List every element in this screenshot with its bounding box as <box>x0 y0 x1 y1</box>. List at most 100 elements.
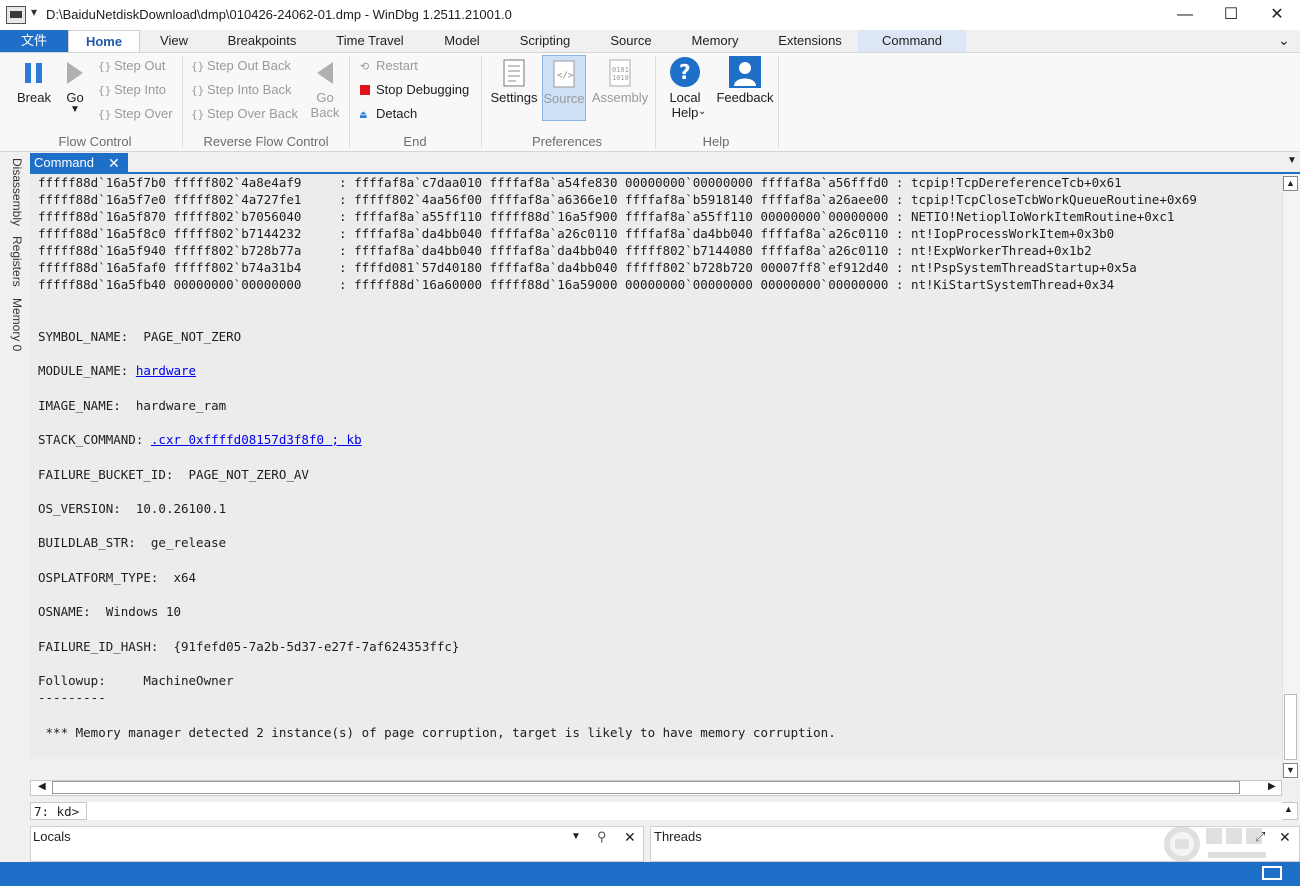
stack-frame-line: fffff88d`16a5faf0 fffff802`b74a31b4 : ff… <box>38 260 1137 275</box>
os-version-value: 10.0.26100.1 <box>135 501 227 516</box>
step-into-back-button[interactable]: {} Step Into Back <box>191 82 292 97</box>
tab-command[interactable]: Command <box>858 30 966 52</box>
window-title: D:\BaiduNetdiskDownload\dmp\010426-24062… <box>46 7 512 22</box>
close-window-button[interactable]: ✕ <box>1254 0 1300 30</box>
preferences-group-label: Preferences <box>531 134 603 149</box>
step-into-button[interactable]: {} Step Into <box>98 82 166 97</box>
step-out-icon: {} <box>98 60 112 73</box>
module-name-link[interactable]: hardware <box>136 363 196 378</box>
ribbon-collapse-chevron-icon[interactable]: ⌄ <box>1278 32 1290 49</box>
stack-command-link[interactable]: .cxr 0xffffd08157d3f8f0 ; kb <box>151 432 362 447</box>
close-icon[interactable]: ✕ <box>108 153 120 173</box>
feedback-button[interactable]: Feedback <box>714 56 776 108</box>
prompt-scroll-up-icon[interactable]: ▲ <box>1284 804 1293 814</box>
horizontal-scroll-thumb[interactable] <box>52 781 1240 794</box>
scroll-left-arrow-icon[interactable]: ◀ <box>38 781 46 792</box>
tab-time-travel[interactable]: Time Travel <box>330 30 410 52</box>
command-window-tab[interactable]: Command ✕ <box>30 153 128 173</box>
assembly-binary-icon: 01011010 <box>609 59 631 87</box>
go-back-button[interactable]: Go Back <box>306 58 344 122</box>
tab-extensions[interactable]: Extensions <box>774 30 846 52</box>
restart-icon: ⟲ <box>360 60 370 73</box>
help-group-label: Help <box>702 134 730 149</box>
svg-text:1010: 1010 <box>612 74 629 82</box>
threads-pane-title: Threads <box>654 829 702 844</box>
symbol-name-key: SYMBOL_NAME: <box>38 329 144 344</box>
tab-source[interactable]: Source <box>604 30 658 52</box>
eject-icon: ⏏ <box>360 108 367 121</box>
svg-text:?: ? <box>679 60 691 84</box>
detach-label: Detach <box>376 106 418 121</box>
command-tab-label: Command <box>34 155 94 170</box>
assembly-button[interactable]: 0101 1010 Assembly <box>590 58 650 110</box>
stop-debugging-button[interactable]: Stop Debugging <box>360 82 469 97</box>
go-button[interactable]: Go ▼ <box>60 58 90 122</box>
locals-dropdown-chevron-icon[interactable]: ▼ <box>571 831 581 842</box>
help-question-icon: ? <box>670 57 700 87</box>
stop-icon <box>360 84 376 97</box>
failure-bucket-row: FAILURE_BUCKET_ID: PAGE_NOT_ZERO_AV <box>38 466 309 483</box>
symbol-name-value: PAGE_NOT_ZERO <box>143 329 242 344</box>
watermark-logo <box>1164 826 1266 862</box>
buildlab-row: BUILDLAB_STR: ge_release <box>38 534 226 551</box>
step-into-label: Step Into <box>114 82 167 97</box>
osplatform-key: OSPLATFORM_TYPE: <box>38 570 174 585</box>
tab-file[interactable]: 文件 <box>0 30 68 52</box>
panel-menu-chevron-icon[interactable]: ▼ <box>1287 155 1297 166</box>
step-out-back-button[interactable]: {} Step Out Back <box>191 58 291 73</box>
stack-frame-line: fffff88d`16a5f870 fffff802`b7056040 : ff… <box>38 209 1175 224</box>
step-over-back-icon: {} <box>191 108 205 121</box>
break-button[interactable]: Break <box>12 58 56 110</box>
restart-button[interactable]: ⟲ Restart <box>360 58 418 73</box>
osname-row: OSNAME: Windows 10 <box>38 603 181 620</box>
tab-memory[interactable]: Memory <box>684 30 746 52</box>
step-out-back-icon: {} <box>191 60 205 73</box>
symbol-name-row: SYMBOL_NAME: PAGE_NOT_ZERO <box>38 328 241 345</box>
side-tab-disassembly[interactable]: Disassembly <box>4 158 24 226</box>
minimize-button[interactable]: — <box>1162 0 1208 30</box>
flow-control-group-label: Flow Control <box>58 134 132 149</box>
image-name-value: hardware_ram <box>135 398 227 413</box>
separator-line: --------- <box>38 690 106 705</box>
scroll-right-arrow-icon[interactable]: ▶ <box>1268 781 1276 792</box>
vertical-scroll-thumb[interactable] <box>1284 694 1297 760</box>
command-input[interactable] <box>86 802 1282 820</box>
go-dropdown-chevron-icon[interactable]: ▼ <box>60 104 90 115</box>
step-into-back-icon: {} <box>191 84 205 97</box>
step-over-icon: {} <box>98 108 112 121</box>
chevron-down-icon[interactable]: ▾ <box>31 5 37 19</box>
pin-icon[interactable]: ⚲ <box>597 829 607 845</box>
local-help-button[interactable]: ? Local Help ⌄ <box>662 56 708 122</box>
step-out-button[interactable]: {} Step Out <box>98 58 165 73</box>
command-output[interactable]: fffff88d`16a5f7b0 fffff802`4a8e4af9 : ff… <box>30 174 1282 758</box>
scroll-up-arrow-icon[interactable]: ▲ <box>1283 176 1298 191</box>
source-button[interactable]: </> Source <box>542 55 586 121</box>
tab-breakpoints[interactable]: Breakpoints <box>222 30 302 52</box>
reverse-flow-control-group-label: Reverse Flow Control <box>203 134 329 149</box>
stack-frame-line: fffff88d`16a5f940 fffff802`b728b77a : ff… <box>38 243 1092 258</box>
detach-button[interactable]: ⏏ Detach <box>360 106 417 121</box>
kd-prompt-label: 7: kd> <box>34 804 80 819</box>
side-tab-memory[interactable]: Memory 0 <box>4 298 24 351</box>
step-over-back-button[interactable]: {} Step Over Back <box>191 106 298 121</box>
close-icon[interactable]: ✕ <box>624 829 636 846</box>
feedback-person-icon <box>729 56 761 88</box>
tab-view[interactable]: View <box>150 30 198 52</box>
status-bar <box>0 862 1300 886</box>
maximize-button[interactable]: ☐ <box>1208 0 1254 30</box>
settings-document-icon <box>503 59 525 87</box>
followup-key: Followup: <box>38 673 144 688</box>
tab-model[interactable]: Model <box>436 30 488 52</box>
tab-scripting[interactable]: Scripting <box>512 30 578 52</box>
stack-frame-line: fffff88d`16a5fb40 00000000`00000000 : ff… <box>38 277 1115 292</box>
restart-label: Restart <box>376 58 418 73</box>
windbg-app-icon[interactable] <box>6 6 26 24</box>
settings-button[interactable]: Settings <box>488 58 540 110</box>
vertical-scrollbar[interactable] <box>1282 174 1300 780</box>
side-tab-registers[interactable]: Registers <box>4 236 24 287</box>
tab-home[interactable]: Home <box>68 30 140 52</box>
svg-text:</>: </> <box>557 71 574 81</box>
buildlab-key: BUILDLAB_STR: <box>38 535 151 550</box>
scroll-down-arrow-icon[interactable]: ▼ <box>1283 763 1298 778</box>
step-over-button[interactable]: {} Step Over <box>98 106 173 121</box>
